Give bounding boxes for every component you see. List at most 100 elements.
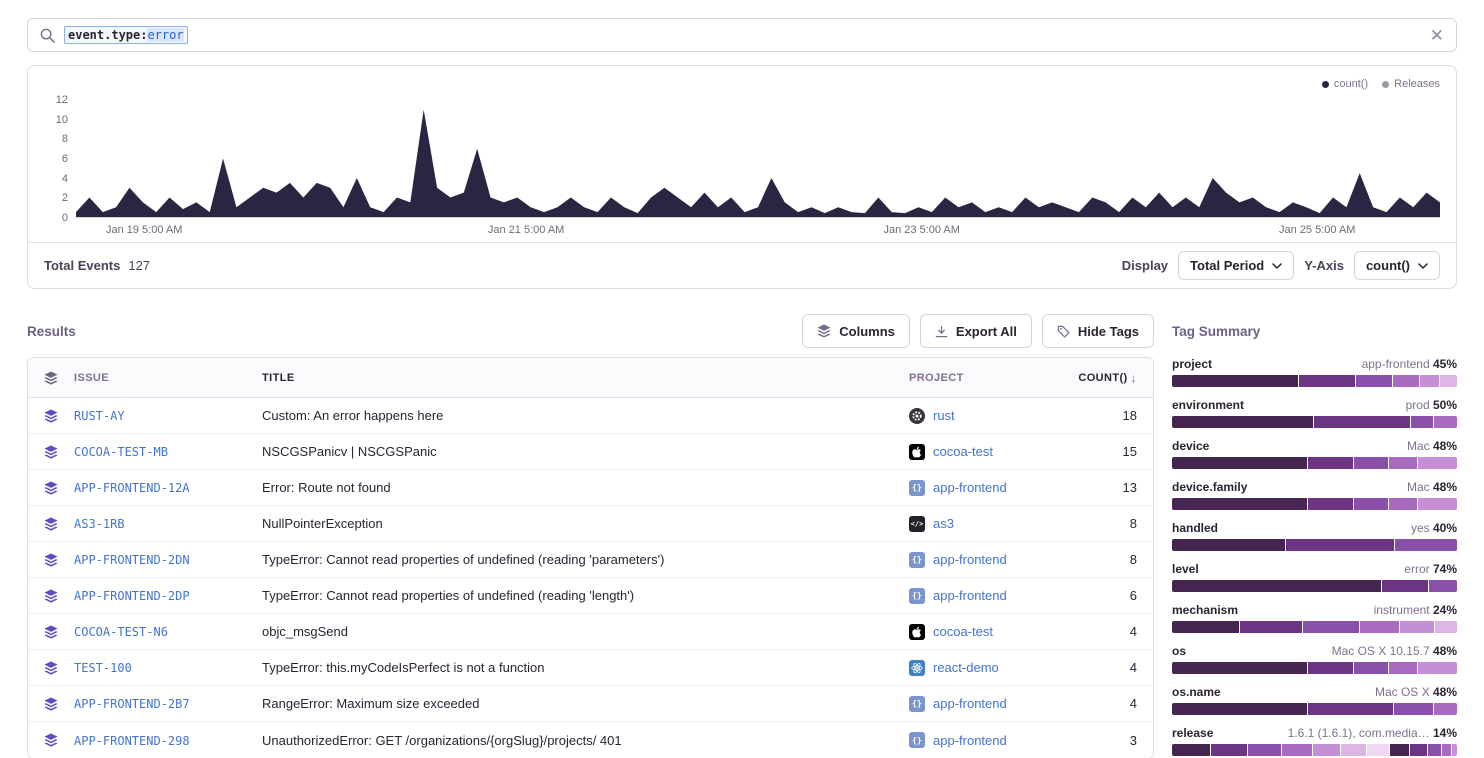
tag-distribution-bar[interactable]: [1172, 703, 1457, 715]
issue-stack-icon[interactable]: [28, 661, 74, 675]
tag-bar-segment[interactable]: [1248, 744, 1281, 756]
columns-button[interactable]: Columns: [802, 314, 910, 348]
tag-bar-segment[interactable]: [1429, 580, 1457, 592]
tag-bar-segment[interactable]: [1172, 662, 1307, 674]
issue-link[interactable]: APP-FRONTEND-2DP: [74, 589, 190, 603]
project-link[interactable]: app-frontend: [933, 696, 1007, 711]
tag-bar-segment[interactable]: [1356, 375, 1392, 387]
tag-bar-segment[interactable]: [1313, 744, 1340, 756]
chart-plot[interactable]: Jan 19 5:00 AMJan 21 5:00 AMJan 23 5:00 …: [76, 100, 1440, 242]
tag-bar-segment[interactable]: [1418, 662, 1457, 674]
project-link[interactable]: app-frontend: [933, 588, 1007, 603]
tag-bar-segment[interactable]: [1389, 498, 1417, 510]
tag-bar-segment[interactable]: [1410, 744, 1426, 756]
project-link[interactable]: app-frontend: [933, 480, 1007, 495]
tag-bar-segment[interactable]: [1172, 580, 1381, 592]
export-all-button[interactable]: Export All: [920, 314, 1032, 348]
tag-bar-segment[interactable]: [1418, 457, 1457, 469]
tag-bar-segment[interactable]: [1341, 744, 1366, 756]
legend-item-count[interactable]: count(): [1322, 78, 1368, 90]
tag-distribution-bar[interactable]: [1172, 375, 1457, 387]
tag-bar-segment[interactable]: [1172, 457, 1307, 469]
tag-bar-segment[interactable]: [1354, 498, 1388, 510]
column-header-issue[interactable]: ISSUE: [74, 372, 262, 384]
tag-bar-segment[interactable]: [1211, 744, 1247, 756]
display-dropdown[interactable]: Total Period: [1178, 251, 1294, 280]
legend-item-releases[interactable]: Releases: [1382, 78, 1440, 90]
tag-bar-segment[interactable]: [1394, 703, 1433, 715]
project-link[interactable]: cocoa-test: [933, 624, 993, 639]
tag-bar-segment[interactable]: [1354, 457, 1388, 469]
issue-stack-icon[interactable]: [28, 481, 74, 495]
tag-bar-segment[interactable]: [1240, 621, 1302, 633]
tag-bar-segment[interactable]: [1308, 703, 1393, 715]
tag-bar-segment[interactable]: [1395, 539, 1457, 551]
tag-distribution-bar[interactable]: [1172, 539, 1457, 551]
issue-link[interactable]: APP-FRONTEND-2DN: [74, 553, 190, 567]
tag-bar-segment[interactable]: [1418, 498, 1457, 510]
tag-bar-segment[interactable]: [1400, 621, 1434, 633]
issue-link[interactable]: APP-FRONTEND-2B7: [74, 697, 190, 711]
yaxis-dropdown[interactable]: count(): [1354, 251, 1440, 280]
tag-bar-segment[interactable]: [1172, 498, 1307, 510]
column-header-title[interactable]: TITLE: [262, 372, 909, 384]
tag-distribution-bar[interactable]: [1172, 498, 1457, 510]
tag-bar-segment[interactable]: [1299, 375, 1355, 387]
tag-bar-segment[interactable]: [1303, 621, 1359, 633]
tag-bar-segment[interactable]: [1308, 457, 1353, 469]
issue-link[interactable]: RUST-AY: [74, 409, 125, 423]
issue-link[interactable]: APP-FRONTEND-12A: [74, 481, 190, 495]
hide-tags-button[interactable]: Hide Tags: [1042, 314, 1154, 348]
tag-bar-segment[interactable]: [1172, 416, 1313, 428]
column-header-project[interactable]: PROJECT: [909, 372, 1067, 384]
search-bar[interactable]: event.type:error ✕: [27, 18, 1457, 52]
tag-bar-segment[interactable]: [1308, 498, 1353, 510]
tag-distribution-bar[interactable]: [1172, 580, 1457, 592]
issue-stack-icon[interactable]: [28, 517, 74, 531]
tag-bar-segment[interactable]: [1282, 744, 1312, 756]
tag-bar-segment[interactable]: [1172, 744, 1210, 756]
issue-link[interactable]: COCOA-TEST-N6: [74, 625, 168, 639]
tag-distribution-bar[interactable]: [1172, 621, 1457, 633]
issue-link[interactable]: TEST-100: [74, 661, 132, 675]
tag-distribution-bar[interactable]: [1172, 662, 1457, 674]
tag-bar-segment[interactable]: [1389, 457, 1417, 469]
tag-bar-segment[interactable]: [1172, 539, 1285, 551]
issue-stack-icon[interactable]: [28, 733, 74, 747]
tag-distribution-bar[interactable]: [1172, 416, 1457, 428]
tag-bar-segment[interactable]: [1286, 539, 1394, 551]
project-link[interactable]: app-frontend: [933, 733, 1007, 748]
tag-bar-segment[interactable]: [1452, 744, 1457, 756]
project-link[interactable]: app-frontend: [933, 552, 1007, 567]
tag-bar-segment[interactable]: [1389, 662, 1417, 674]
column-header-count[interactable]: COUNT()↓: [1067, 371, 1153, 385]
issue-stack-icon[interactable]: [28, 625, 74, 639]
issue-stack-icon[interactable]: [28, 553, 74, 567]
tag-bar-segment[interactable]: [1411, 416, 1434, 428]
issue-link[interactable]: AS3-1RB: [74, 517, 125, 531]
project-link[interactable]: react-demo: [933, 660, 999, 675]
tag-bar-segment[interactable]: [1420, 375, 1440, 387]
tag-bar-segment[interactable]: [1172, 703, 1307, 715]
issue-stack-icon[interactable]: [28, 589, 74, 603]
issue-link[interactable]: APP-FRONTEND-298: [74, 734, 190, 748]
issue-stack-icon[interactable]: [28, 445, 74, 459]
clear-search-icon[interactable]: ✕: [1430, 27, 1444, 44]
header-stack-icon[interactable]: [28, 371, 74, 385]
issue-stack-icon[interactable]: [28, 697, 74, 711]
tag-bar-segment[interactable]: [1360, 621, 1399, 633]
issue-stack-icon[interactable]: [28, 409, 74, 423]
tag-bar-segment[interactable]: [1382, 580, 1427, 592]
tag-distribution-bar[interactable]: [1172, 744, 1457, 756]
tag-bar-segment[interactable]: [1354, 662, 1388, 674]
tag-bar-segment[interactable]: [1308, 662, 1353, 674]
tag-bar-segment[interactable]: [1172, 375, 1298, 387]
tag-distribution-bar[interactable]: [1172, 457, 1457, 469]
tag-bar-segment[interactable]: [1390, 744, 1409, 756]
project-link[interactable]: rust: [933, 408, 955, 423]
tag-bar-segment[interactable]: [1428, 744, 1442, 756]
project-link[interactable]: cocoa-test: [933, 444, 993, 459]
tag-bar-segment[interactable]: [1435, 621, 1457, 633]
tag-bar-segment[interactable]: [1434, 703, 1457, 715]
tag-bar-segment[interactable]: [1440, 375, 1457, 387]
